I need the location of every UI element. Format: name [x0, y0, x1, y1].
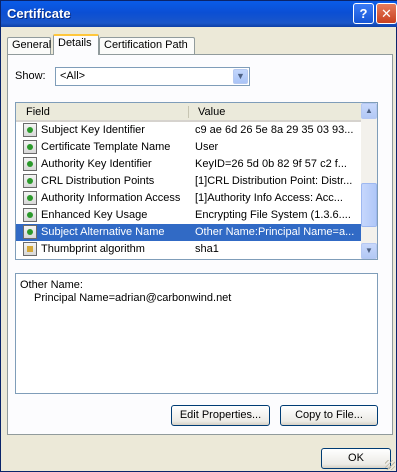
window-title: Certificate [7, 6, 71, 21]
edit-properties-button[interactable]: Edit Properties... [171, 405, 270, 426]
row-value: User [195, 141, 219, 153]
show-dropdown-value: <All> [60, 70, 86, 82]
column-header-field[interactable]: Field [26, 106, 50, 118]
list-row-crl-distribution-points[interactable]: CRL Distribution Points [1]CRL Distributi… [16, 173, 361, 190]
tab-details[interactable]: Details [53, 34, 99, 55]
thumbprint-icon [23, 242, 37, 256]
row-field: Thumbprint algorithm [41, 243, 145, 255]
certificate-field-icon [23, 174, 37, 188]
tab-certification-path[interactable]: Certification Path [99, 37, 195, 54]
column-header-value[interactable]: Value [198, 106, 225, 118]
row-field: Enhanced Key Usage [41, 209, 148, 221]
list-row-subject-key-identifier[interactable]: Subject Key Identifier c9 ae 6d 26 5e 8a … [16, 122, 361, 139]
certificate-field-icon [23, 191, 37, 205]
scroll-up-icon[interactable]: ▲ [361, 103, 377, 119]
list-rows: Subject Key Identifier c9 ae 6d 26 5e 8a … [16, 122, 361, 258]
row-value: sha1 [195, 243, 219, 255]
copy-to-file-button[interactable]: Copy to File... [280, 405, 378, 426]
fields-list[interactable]: Field Value Subject Key Identifier c9 ae … [15, 102, 378, 260]
close-button[interactable]: ✕ [376, 3, 397, 24]
certificate-field-icon [23, 123, 37, 137]
certificate-field-icon [23, 157, 37, 171]
row-field: Authority Key Identifier [41, 158, 152, 170]
chevron-down-icon[interactable]: ▼ [233, 69, 248, 84]
list-header: Field Value [16, 103, 361, 122]
show-label: Show: [15, 70, 46, 82]
scroll-down-icon[interactable]: ▼ [361, 243, 377, 259]
list-row-subject-alternative-name[interactable]: Subject Alternative Name Other Name:Princ… [16, 224, 361, 241]
certificate-field-icon [23, 208, 37, 222]
row-value: [1]CRL Distribution Point: Distr... [195, 175, 353, 187]
certificate-dialog: Certificate ? ✕ General Details Certific… [0, 0, 397, 472]
list-row-authority-key-identifier[interactable]: Authority Key Identifier KeyID=26 5d 0b 8… [16, 156, 361, 173]
show-dropdown[interactable]: <All> ▼ [55, 67, 250, 86]
row-value: Encrypting File System (1.3.6.... [195, 209, 351, 221]
certificate-field-icon [23, 225, 37, 239]
column-divider[interactable] [188, 106, 189, 118]
tab-general[interactable]: General [7, 37, 51, 54]
list-row-authority-information-access[interactable]: Authority Information Access [1]Authority… [16, 190, 361, 207]
row-field: CRL Distribution Points [41, 175, 155, 187]
row-value: KeyID=26 5d 0b 82 9f 57 c2 f... [195, 158, 347, 170]
scroll-thumb[interactable] [361, 183, 377, 227]
certificate-field-icon [23, 140, 37, 154]
vertical-scrollbar[interactable]: ▲ ▼ [361, 103, 377, 259]
list-row-thumbprint-algorithm[interactable]: Thumbprint algorithm sha1 [16, 241, 361, 258]
row-value: Other Name:Principal Name=a... [195, 226, 355, 238]
row-value: [1]Authority Info Access: Acc... [195, 192, 343, 204]
row-value: c9 ae 6d 26 5e 8a 29 35 03 93... [195, 124, 354, 136]
help-button[interactable]: ? [353, 3, 374, 24]
row-field: Subject Alternative Name [41, 226, 165, 238]
list-row-certificate-template-name[interactable]: Certificate Template Name User [16, 139, 361, 156]
detail-line-1: Other Name: [20, 279, 83, 291]
value-detail-box[interactable]: Other Name: Principal Name=adrian@carbon… [15, 273, 378, 394]
row-field: Certificate Template Name [41, 141, 171, 153]
title-bar[interactable]: Certificate ? ✕ [1, 1, 397, 27]
row-field: Authority Information Access [41, 192, 181, 204]
detail-line-2: Principal Name=adrian@carbonwind.net [34, 292, 232, 304]
row-field: Subject Key Identifier [41, 124, 145, 136]
list-row-enhanced-key-usage[interactable]: Enhanced Key Usage Encrypting File System… [16, 207, 361, 224]
resize-grip-icon[interactable] [385, 460, 395, 470]
ok-button[interactable]: OK [321, 448, 391, 469]
